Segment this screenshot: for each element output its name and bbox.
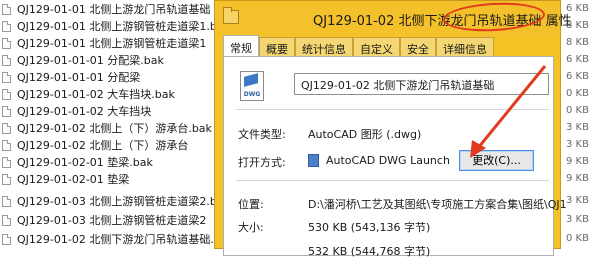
- file-icon: [2, 71, 11, 83]
- tab-details[interactable]: 详细信息: [436, 37, 494, 57]
- file-list-item[interactable]: QJ129-01-01-01 分配梁: [0, 69, 222, 85]
- divider: [236, 180, 549, 181]
- open-with-label: 打开方式:: [238, 156, 286, 169]
- size-value: 6 KB: [566, 54, 589, 65]
- file-list-item[interactable]: QJ129-01-01 北侧上游钢管桩走道梁1.bak: [0, 18, 222, 34]
- size-value-text: 530 KB (543,136 字节): [308, 221, 431, 234]
- file-icon: [2, 156, 11, 168]
- file-list-item[interactable]: QJ129-01-03 北侧上游钢管桩走道梁2.bak: [0, 193, 222, 209]
- autocad-icon: [308, 154, 319, 167]
- size-value: 3 KB: [566, 122, 589, 133]
- file-list-item[interactable]: QJ129-01-01-01 分配梁.bak: [0, 52, 222, 68]
- size-value: 3 KB: [566, 195, 589, 206]
- file-icon: [2, 20, 11, 32]
- file-icon: [2, 122, 11, 134]
- size-value: 9 KB: [566, 156, 589, 167]
- tab-summary[interactable]: 概要: [259, 37, 295, 57]
- size-value: 0 KB: [566, 233, 589, 244]
- file-icon: [2, 105, 11, 117]
- file-icon: [2, 233, 11, 245]
- file-list-item[interactable]: QJ129-01-02-01 垫梁: [0, 171, 222, 187]
- size-column: 6 KB 8 KB 8 KB 6 KB 6 KB 0 KB 0 KB 3 KB …: [562, 0, 600, 249]
- size-on-disk-value: 532 KB (544,768 字节): [308, 245, 431, 258]
- file-list-item[interactable]: QJ129-01-01-02 大车挡块.bak: [0, 86, 222, 102]
- file-icon: [2, 139, 11, 151]
- size-label: 大小:: [238, 221, 264, 234]
- tab-general[interactable]: 常规: [223, 35, 259, 57]
- file-icon: [2, 37, 11, 49]
- size-value: 3 KB: [566, 139, 589, 150]
- file-list-item[interactable]: QJ129-01-01-02 大车挡块: [0, 103, 222, 119]
- file-icon: [2, 173, 11, 185]
- size-value: 0 KB: [566, 105, 589, 116]
- size-value: 6 KB: [566, 71, 589, 82]
- location-label: 位置:: [238, 198, 264, 211]
- file-icon: [2, 3, 11, 15]
- tab-statistics[interactable]: 统计信息: [295, 37, 353, 57]
- dwg-icon-label: DWG: [243, 91, 261, 98]
- file-list-item[interactable]: QJ129-01-02 北侧上（下）游承台: [0, 137, 222, 153]
- file-list-item[interactable]: QJ129-01-02-01 垫梁.bak: [0, 154, 222, 170]
- tab-custom[interactable]: 自定义: [353, 37, 400, 57]
- dialog-titlebar[interactable]: QJ129-01-02 北侧下游龙门吊轨道基础 属性: [215, 0, 572, 37]
- file-list-item[interactable]: QJ129-01-02 北侧上（下）游承台.bak: [0, 120, 222, 136]
- size-value: 8 KB: [566, 37, 589, 48]
- file-icon: [2, 195, 11, 207]
- file-icon: [2, 54, 11, 66]
- dwg-file-icon: DWG: [240, 71, 264, 101]
- properties-dialog: QJ129-01-02 北侧下游龙门吊轨道基础 属性 常规 概要 统计信息 自定…: [214, 0, 572, 258]
- divider: [236, 109, 549, 110]
- file-list-item[interactable]: QJ129-01-03 北侧上游钢管桩走道梁2: [0, 212, 222, 228]
- size-value: 0 KB: [566, 88, 589, 99]
- size-value: 3 KB: [566, 214, 589, 225]
- file-icon: [2, 88, 11, 100]
- size-value: 9 KB: [566, 173, 589, 184]
- tab-security[interactable]: 安全: [400, 37, 436, 57]
- location-value: D:\潘河桥\工艺及其图纸\专项施工方案合集\图纸\QJ1: [308, 198, 567, 211]
- tab-bar: 常规 概要 统计信息 自定义 安全 详细信息: [223, 35, 494, 57]
- file-name-field[interactable]: QJ129-01-02 北侧下游龙门吊轨道基础: [294, 73, 549, 95]
- file-list-item[interactable]: QJ129-01-01 北侧上游钢管桩走道梁1: [0, 35, 222, 51]
- dwg-icon-graphic: [244, 73, 258, 87]
- open-with-value: AutoCAD DWG Launch: [326, 154, 450, 167]
- file-type-label: 文件类型:: [238, 128, 286, 141]
- file-list-item[interactable]: QJ129-01-02 北侧下游龙门吊轨道基础.bak: [0, 231, 222, 247]
- file-list: QJ129-01-01 北侧上游龙门吊轨道基础 QJ129-01-01 北侧上游…: [0, 0, 222, 249]
- file-icon: [2, 214, 11, 226]
- change-button[interactable]: 更改(C)...: [459, 150, 534, 171]
- general-panel: DWG QJ129-01-02 北侧下游龙门吊轨道基础 文件类型: AutoCA…: [223, 56, 567, 258]
- folder-icon: [223, 7, 239, 24]
- file-list-item[interactable]: QJ129-01-01 北侧上游龙门吊轨道基础: [0, 1, 222, 17]
- file-type-value: AutoCAD 图形 (.dwg): [308, 128, 422, 141]
